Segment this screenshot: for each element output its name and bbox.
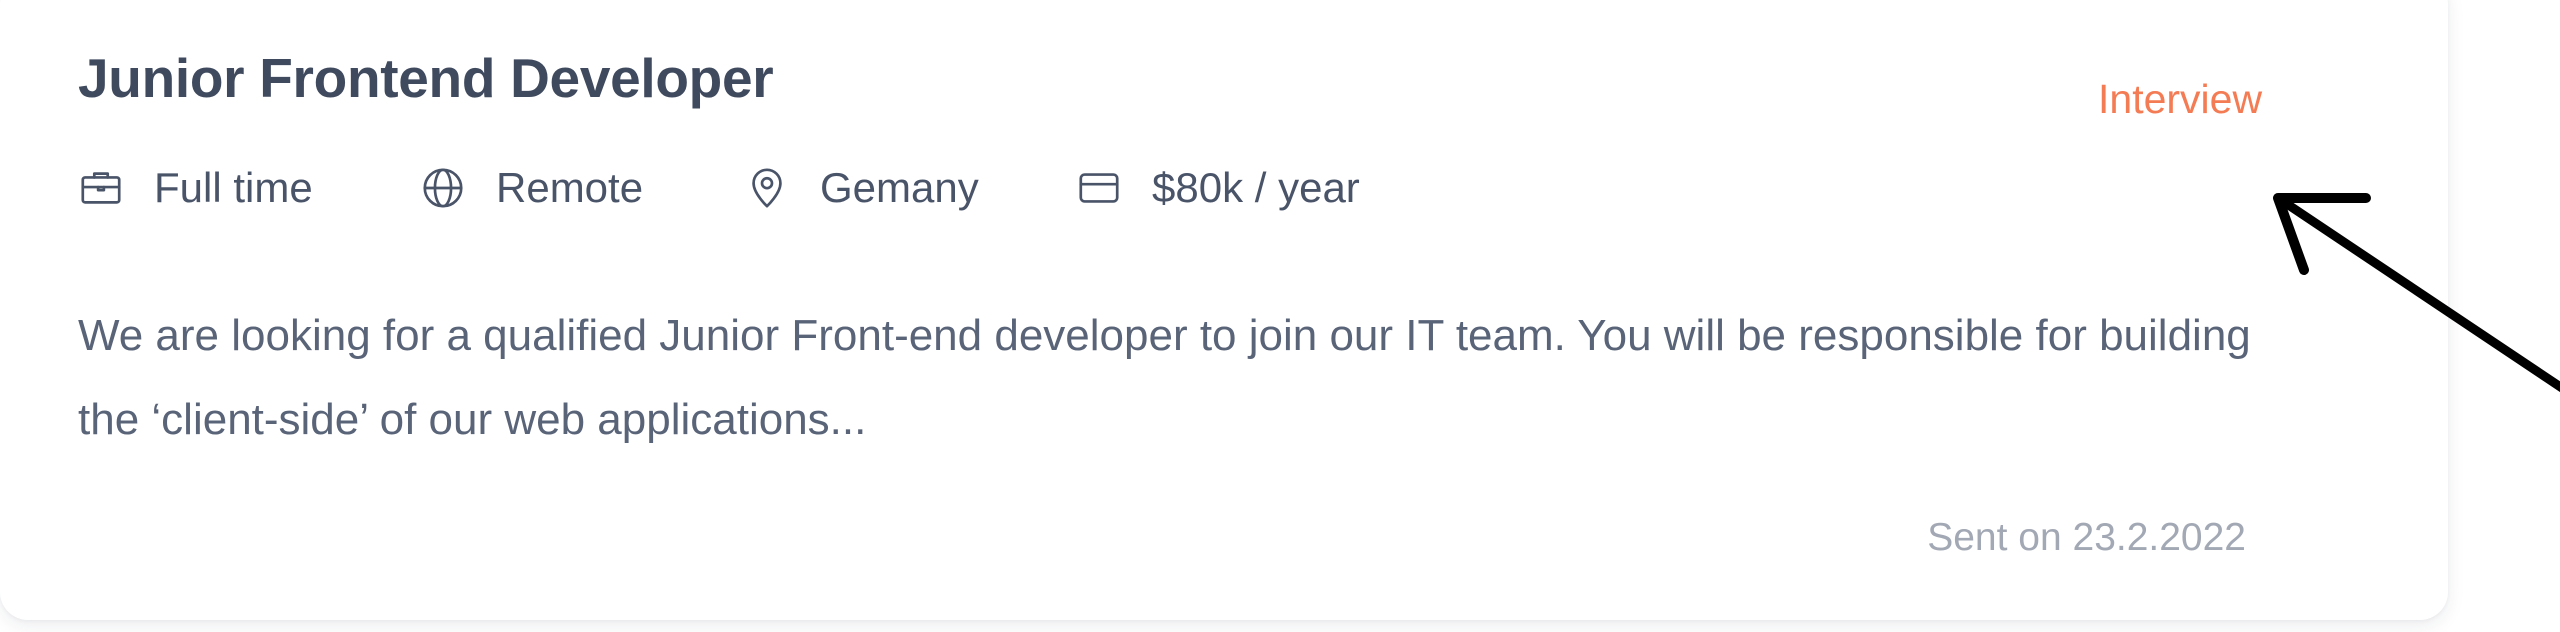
job-salary: $80k / year [1076,164,1360,212]
briefcase-icon [78,165,124,211]
job-application-card[interactable]: Junior Frontend Developer Interview Full… [0,0,2448,620]
work-mode: Remote [420,164,643,212]
employment-type-label: Full time [154,164,313,211]
job-description: We are looking for a qualified Junior Fr… [78,311,2251,444]
sent-date: Sent on 23.2.2022 [1927,516,2246,559]
globe-icon [420,165,466,211]
location-pin-icon [744,165,790,211]
job-title[interactable]: Junior Frontend Developer [78,46,774,110]
wallet-icon [1076,165,1122,211]
job-location-label: Gemany [820,164,979,211]
job-salary-label: $80k / year [1152,164,1360,211]
canvas: Junior Frontend Developer Interview Full… [0,0,2560,632]
work-mode-label: Remote [496,164,644,211]
arrow-icon [2273,193,2560,393]
status-label: Interview [2098,76,2263,122]
employment-type: Full time [78,164,313,212]
job-location: Gemany [744,164,979,212]
